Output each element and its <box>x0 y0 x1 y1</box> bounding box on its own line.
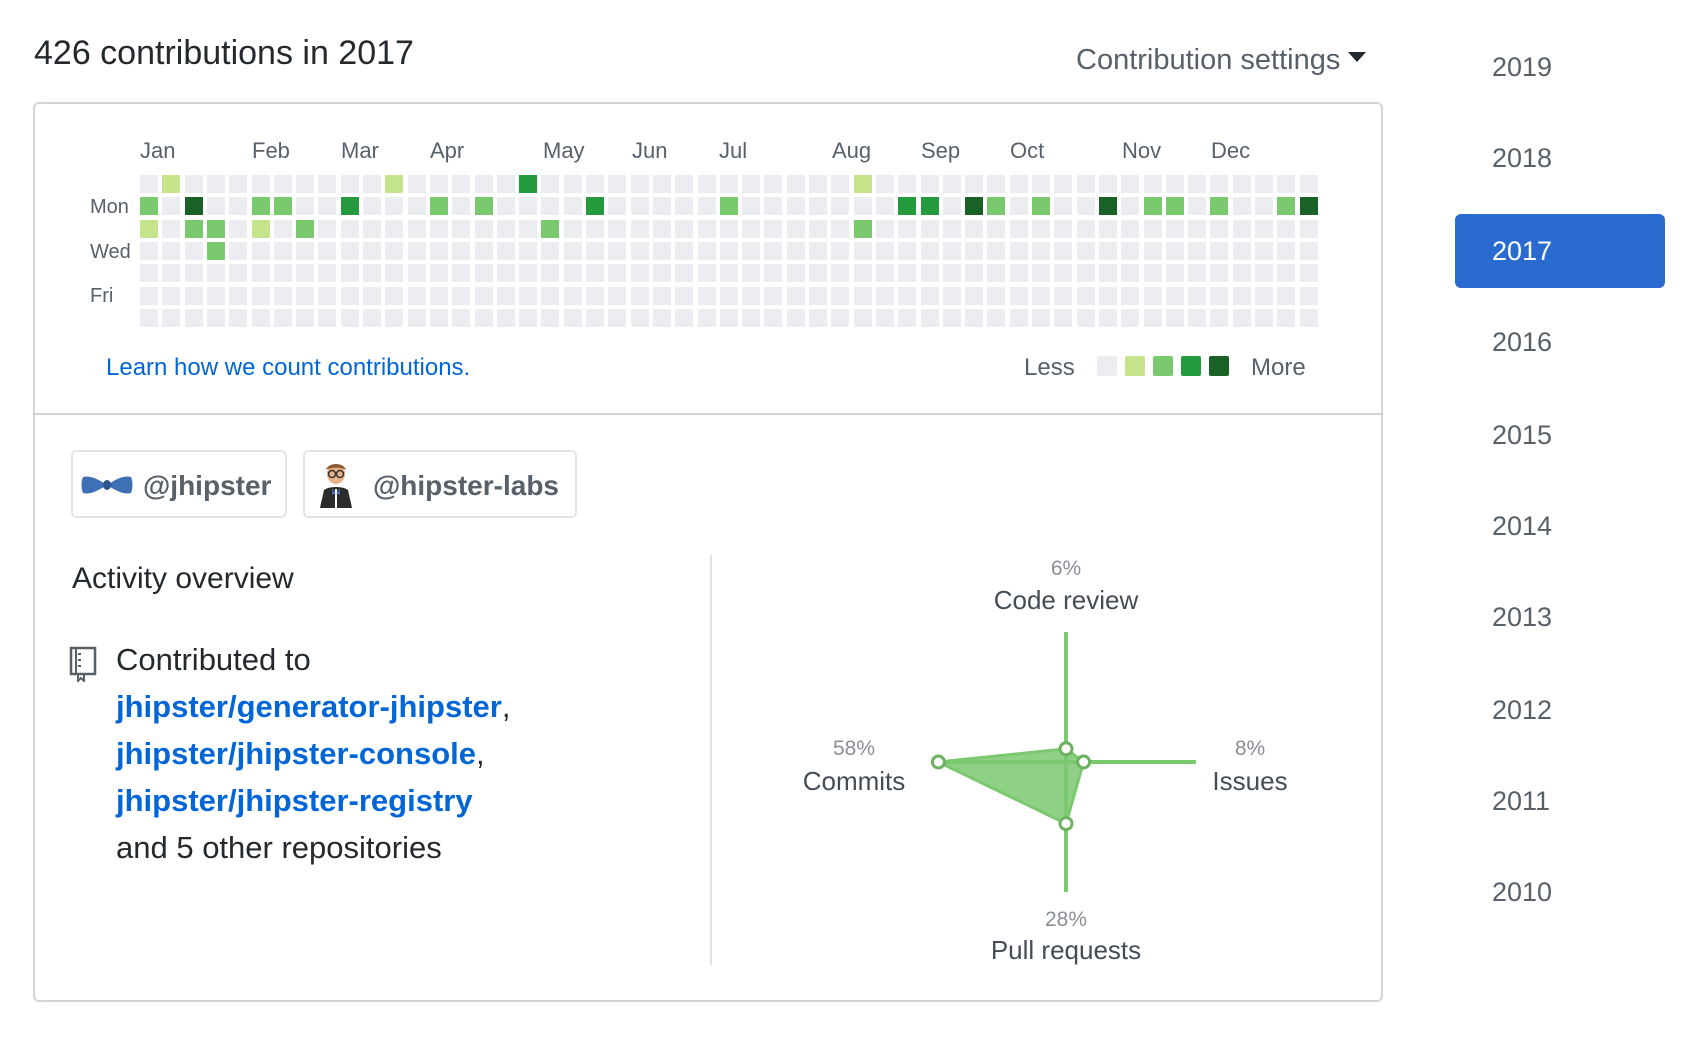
radar-point-issues <box>1076 754 1092 770</box>
radar-point-pull-requests <box>1058 816 1074 832</box>
year-2017-selected[interactable]: 2017 <box>1455 214 1665 288</box>
code-review-percent: 6% <box>1050 557 1082 580</box>
commits-percent: 58% <box>832 737 876 760</box>
issues-label: Issues <box>1212 766 1288 796</box>
year-2013[interactable]: 2013 <box>1455 580 1665 654</box>
issues-percent: 8% <box>1234 737 1266 760</box>
year-2014[interactable]: 2014 <box>1455 489 1665 563</box>
year-2012[interactable]: 2012 <box>1455 673 1665 747</box>
year-2011[interactable]: 2011 <box>1455 764 1665 838</box>
year-2010[interactable]: 2010 <box>1455 855 1665 929</box>
activity-radar-chart <box>930 632 1196 892</box>
code-review-label: Code review <box>993 585 1139 615</box>
year-2019[interactable]: 2019 <box>1455 30 1665 104</box>
year-2016[interactable]: 2016 <box>1455 305 1665 379</box>
pull-requests-label: Pull requests <box>990 935 1142 965</box>
year-2015[interactable]: 2015 <box>1455 398 1665 472</box>
year-2018[interactable]: 2018 <box>1455 121 1665 195</box>
radar-point-code-review <box>1058 741 1074 757</box>
commits-label: Commits <box>802 766 906 796</box>
pull-requests-percent: 28% <box>1044 908 1088 931</box>
